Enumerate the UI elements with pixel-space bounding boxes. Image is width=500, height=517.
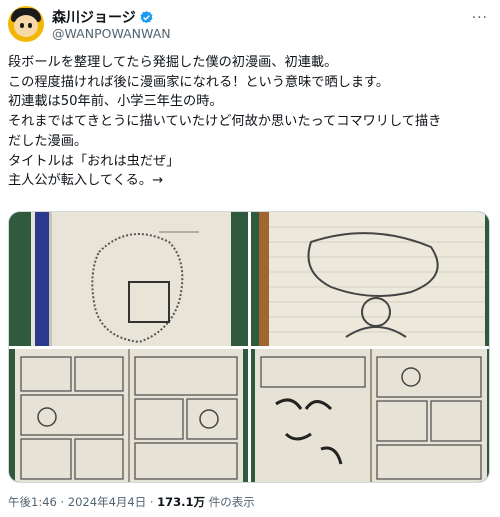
meta-separator: · <box>146 495 158 509</box>
tweet-line: タイトルは「おれは虫だぜ」 <box>8 153 180 169</box>
tweet-line: 段ボールを整理してたら発掘した僕の初漫画、初連載。 <box>8 55 338 70</box>
tweet-line: 初連載は50年前、小学三年生の時。 <box>8 94 223 110</box>
tweet-line: この程度描ければ後に漫画家になれる！という意味で晒します。 <box>8 74 390 90</box>
post-date[interactable]: 2024年4月4日 <box>68 495 146 509</box>
more-options-icon[interactable]: ··· <box>472 10 488 26</box>
name-row: 森川ジョージ <box>52 7 154 27</box>
user-handle[interactable]: @WANPOWANWAN <box>52 26 171 41</box>
manga-image-1[interactable] <box>9 212 248 346</box>
display-name[interactable]: 森川ジョージ <box>52 7 136 27</box>
manga-image-4[interactable] <box>251 349 489 482</box>
verified-badge-icon <box>139 10 154 25</box>
views-label: 件の表示 <box>205 495 255 509</box>
tweet-line: だした漫画。 <box>8 133 88 149</box>
manga-image-3[interactable] <box>9 349 248 482</box>
meta-separator: · <box>56 495 68 509</box>
media-grid <box>8 211 490 483</box>
tweet-line: それまではてきとうに描いていたけど何故か思いたってコマワリして描き <box>8 114 442 130</box>
tweet-line: 主人公が転入してくる。→ <box>8 173 164 189</box>
tweet-meta: 午後1:46 · 2024年4月4日 · 173.1万 件の表示 <box>8 494 255 510</box>
tweet-header: 森川ジョージ @WANPOWANWAN ··· <box>8 6 492 42</box>
views-count: 173.1万 <box>157 495 206 509</box>
tweet-text: 段ボールを整理してたら発掘した僕の初漫画、初連載。 この程度描ければ後に漫画家に… <box>8 53 492 191</box>
post-time[interactable]: 午後1:46 <box>8 495 57 509</box>
manga-image-2[interactable] <box>251 212 489 346</box>
avatar[interactable] <box>8 6 44 42</box>
